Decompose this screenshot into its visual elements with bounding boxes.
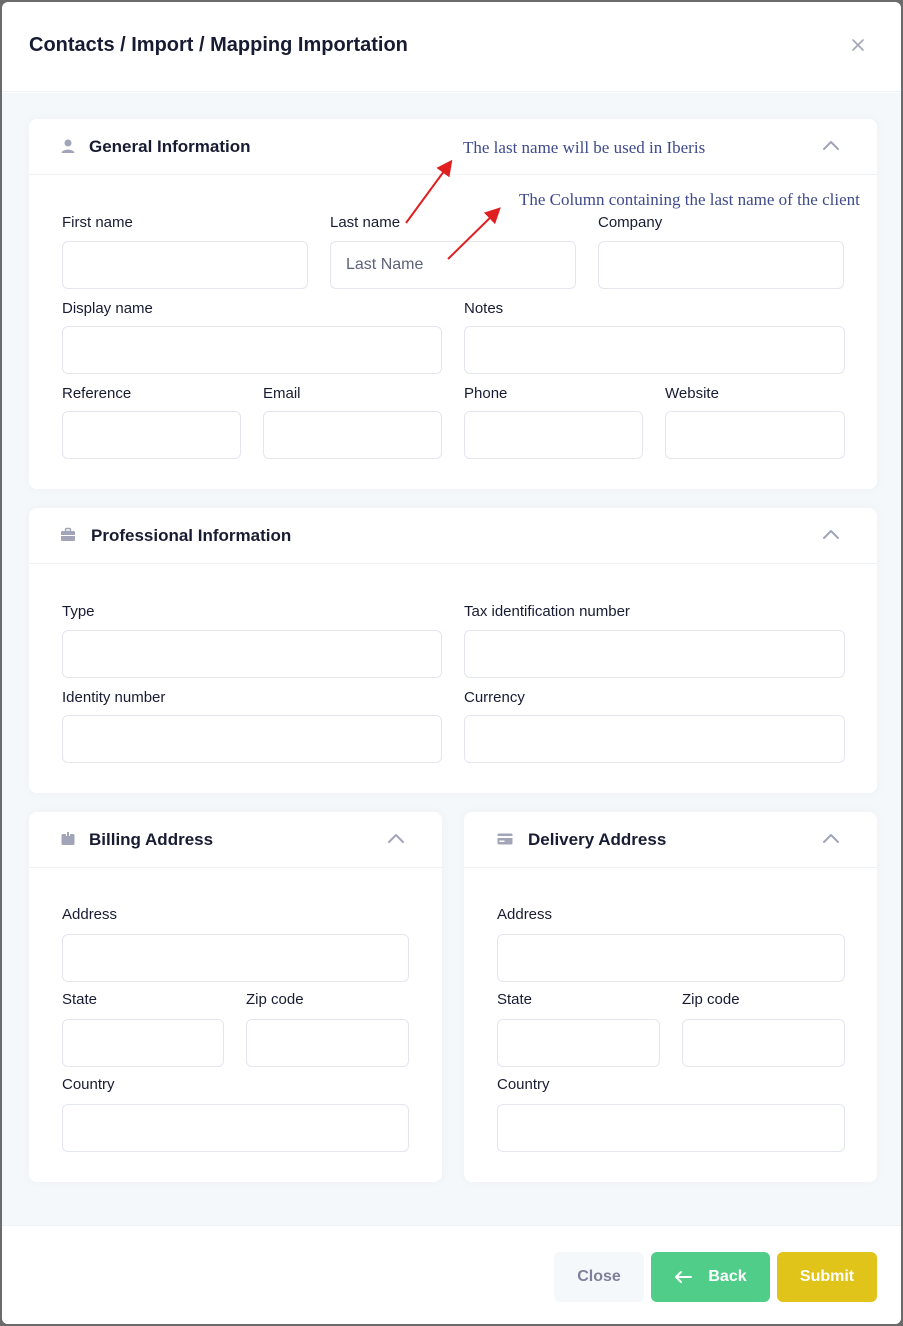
billing-zip-input[interactable] (246, 1019, 409, 1067)
email-input[interactable] (263, 411, 442, 459)
mapping-modal: Contacts / Import / Mapping Importation … (2, 2, 901, 1324)
chevron-up-icon[interactable] (822, 137, 840, 155)
billing-address-card: Billing Address Address State Zip code C… (29, 812, 442, 1182)
first-name-label: First name (62, 214, 133, 231)
billing-address-input[interactable] (62, 934, 409, 982)
email-label: Email (263, 385, 301, 402)
modal-footer: Close Back Submit (2, 1225, 901, 1324)
display-name-label: Display name (62, 300, 153, 317)
tax-id-input[interactable] (464, 630, 845, 678)
professional-information-header: Professional Information (29, 508, 877, 564)
close-icon[interactable] (848, 35, 868, 55)
billing-state-input[interactable] (62, 1019, 224, 1067)
billing-address-label: Address (62, 906, 118, 923)
delivery-state-input[interactable] (497, 1019, 660, 1067)
credit-card-icon (497, 831, 513, 847)
website-label: Website (665, 385, 719, 402)
back-button[interactable]: Back (651, 1252, 770, 1302)
back-button-label: Back (708, 1268, 747, 1285)
phone-input[interactable] (464, 411, 643, 459)
display-name-input[interactable] (62, 326, 442, 374)
billing-country-label: Country (62, 1076, 115, 1093)
last-name-label: Last name (330, 214, 401, 231)
last-name-input[interactable] (330, 241, 576, 289)
billing-country-input[interactable] (62, 1104, 409, 1152)
delivery-country-label: Country (497, 1076, 550, 1093)
billing-zip-label: Zip code (246, 991, 304, 1008)
chevron-up-icon[interactable] (822, 830, 840, 848)
delivery-address-header: Delivery Address (464, 812, 877, 868)
phone-label: Phone (464, 385, 508, 402)
general-information-card: General Information First name Last name… (29, 119, 877, 489)
arrow-left-icon (674, 1270, 693, 1284)
modal-header: Contacts / Import / Mapping Importation (2, 2, 901, 92)
user-icon (60, 138, 76, 154)
tax-id-label: Tax identification number (464, 603, 630, 620)
identity-number-label: Identity number (62, 689, 166, 706)
professional-information-title: Professional Information (91, 526, 292, 545)
briefcase-icon (60, 527, 76, 543)
delivery-address-title: Delivery Address (528, 830, 667, 849)
general-information-header: General Information (29, 119, 877, 175)
delivery-address-card: Delivery Address Address State Zip code … (464, 812, 877, 1182)
currency-label: Currency (464, 689, 525, 706)
billing-address-title: Billing Address (89, 830, 214, 849)
annotation-last-name-used: The last name will be used in Iberis (463, 138, 706, 157)
billing-state-label: State (62, 991, 98, 1008)
general-information-title: General Information (89, 137, 251, 156)
company-input[interactable] (598, 241, 844, 289)
box-icon (60, 831, 76, 847)
chevron-up-icon[interactable] (387, 830, 405, 848)
currency-input[interactable] (464, 715, 845, 763)
modal-body: General Information First name Last name… (2, 93, 901, 1225)
delivery-country-input[interactable] (497, 1104, 845, 1152)
chevron-up-icon[interactable] (822, 526, 840, 544)
delivery-address-label: Address (497, 906, 553, 923)
close-button[interactable]: Close (554, 1252, 644, 1302)
type-input[interactable] (62, 630, 442, 678)
company-label: Company (598, 214, 663, 231)
first-name-input[interactable] (62, 241, 308, 289)
delivery-zip-input[interactable] (682, 1019, 845, 1067)
reference-label: Reference (62, 385, 132, 402)
reference-input[interactable] (62, 411, 241, 459)
type-label: Type (62, 603, 95, 620)
notes-input[interactable] (464, 326, 845, 374)
delivery-state-label: State (497, 991, 533, 1008)
delivery-zip-label: Zip code (682, 991, 740, 1008)
professional-information-card: Professional Information Type Tax identi… (29, 508, 877, 793)
website-input[interactable] (665, 411, 845, 459)
delivery-address-input[interactable] (497, 934, 845, 982)
identity-number-input[interactable] (62, 715, 442, 763)
notes-label: Notes (464, 300, 504, 317)
submit-button[interactable]: Submit (777, 1252, 877, 1302)
modal-title: Contacts / Import / Mapping Importation (29, 34, 408, 56)
annotation-column-last-name: The Column containing the last name of t… (519, 190, 860, 209)
billing-address-header: Billing Address (29, 812, 442, 868)
